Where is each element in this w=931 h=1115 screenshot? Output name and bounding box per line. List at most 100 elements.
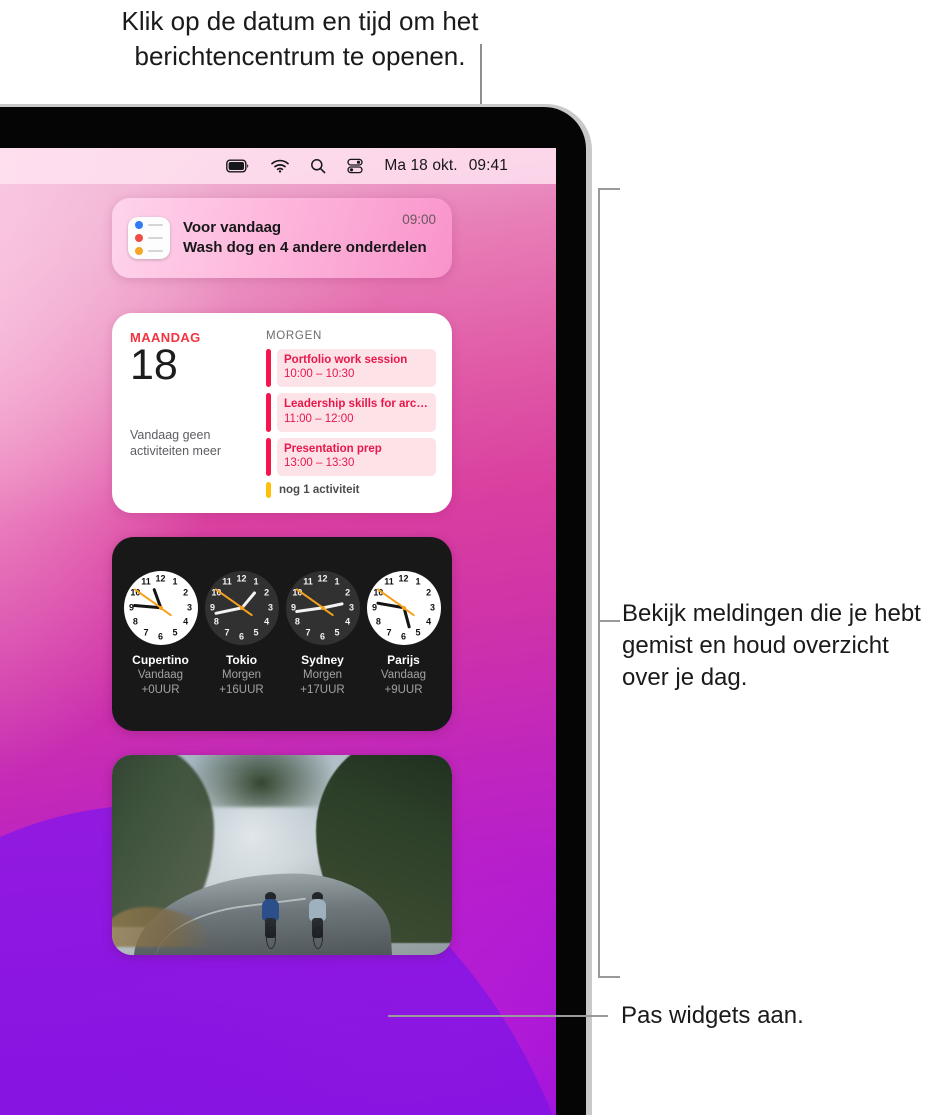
clock-dial: 12 1 2 3 4 5 6 7 8 9 10 11 — [285, 570, 360, 645]
clock-numeral: 3 — [186, 602, 192, 613]
calendar-no-events-text: Vandaag geen activiteiten meer — [130, 427, 222, 458]
clock-numeral: 12 — [155, 573, 166, 584]
clock-numeral: 11 — [222, 576, 232, 587]
clock-city-label: Tokio — [225, 652, 258, 667]
notification-time: 09:00 — [402, 212, 436, 227]
clock-numeral: 1 — [334, 576, 340, 587]
clock-numeral: 11 — [303, 576, 313, 587]
calendar-event-row[interactable]: Presentation prep 13:00 – 13:30 — [266, 437, 436, 476]
menu-bar-date: Ma 18 okt. — [384, 157, 458, 174]
clock-offset-label: +17UUR — [300, 683, 345, 696]
event-time: 10:00 – 10:30 — [284, 368, 355, 381]
clock-numeral: 4 — [183, 616, 189, 627]
clock-dial: 12 1 2 3 4 5 6 7 8 9 10 11 — [366, 570, 441, 645]
clock-dial: 12 1 2 3 4 5 6 7 8 9 10 11 — [204, 570, 279, 645]
event-time: 13:00 – 13:30 — [284, 457, 355, 469]
clock-day-label: Vandaag — [380, 668, 427, 681]
annotation-middle: Bekijk meldingen die je hebt gemist en h… — [622, 600, 921, 691]
clock-numeral: 8 — [294, 616, 300, 627]
clock-numeral: 8 — [375, 616, 381, 627]
event-title: Leadership skills for arch… — [284, 398, 429, 411]
notification-banner-reminders[interactable]: Voor vandaag Wash dog en 4 andere onderd… — [112, 198, 452, 278]
clock-numeral: 6 — [238, 631, 244, 642]
event-title: Portfolio work session — [284, 354, 408, 366]
more-events-color-bar — [266, 481, 271, 498]
world-clock-cell: 12 1 2 3 4 5 6 7 8 9 10 11 Sydney Morgen +17UUR — [285, 570, 361, 698]
clock-numeral: 6 — [157, 631, 163, 642]
calendar-tomorrow-column: MORGEN Portfolio work session 10:00 – 10… — [266, 330, 436, 499]
desktop-screen: Ma 18 okt. 09:41 Voor vandaag Wash dog e… — [0, 148, 556, 1115]
clock-numeral: 12 — [398, 573, 409, 584]
clock-numeral: 11 — [141, 576, 151, 587]
clock-offset-label: +16UUR — [219, 683, 264, 696]
more-events-label: nog 1 activiteit — [279, 483, 360, 496]
clock-numeral: 7 — [386, 627, 392, 638]
clock-numeral: 6 — [400, 631, 406, 642]
event-title: Presentation prep — [284, 442, 382, 455]
annotation-bottom-leader-line — [388, 1015, 608, 1017]
photos-widget[interactable] — [112, 755, 452, 955]
clock-center-pin — [401, 605, 406, 610]
annotation-bracket-leader-line — [598, 620, 620, 622]
clock-city-label: Sydney — [301, 652, 344, 667]
annotation-top-line2: berichtencentrum te openen. — [134, 41, 466, 72]
calendar-event-row[interactable]: Leadership skills for arch… 11:00 – 12:0… — [266, 393, 436, 432]
clock-day-label: Vandaag — [137, 668, 184, 681]
battery-icon[interactable] — [226, 159, 250, 173]
control-center-icon[interactable] — [347, 158, 363, 174]
event-color-bar — [266, 393, 271, 432]
world-clock-widget[interactable]: 12 1 2 3 4 5 6 7 8 9 10 11 Cupertino Vandaag +0UUR 12 1 2… — [112, 537, 452, 731]
clock-center-pin — [320, 605, 325, 610]
clock-face: 12 1 2 3 4 5 6 7 8 9 10 11 — [204, 570, 279, 645]
clock-face: 12 1 2 3 4 5 6 7 8 9 10 11 — [285, 570, 360, 645]
clock-numeral: 8 — [132, 616, 138, 627]
clock-numeral: 9 — [209, 602, 215, 613]
menu-bar-clock[interactable]: Ma 18 okt. 09:41 — [384, 157, 508, 175]
reminders-icon — [128, 217, 170, 259]
calendar-more-events-row[interactable]: nog 1 activiteit — [266, 481, 436, 498]
clock-numeral: 7 — [143, 627, 149, 638]
clock-numeral: 5 — [253, 627, 259, 638]
clock-offset-label: +9UUR — [384, 683, 423, 696]
annotation-top: Klik op de datum en tijd om het berichte… — [0, 0, 600, 74]
clock-numeral: 11 — [384, 576, 394, 587]
clock-dial: 12 1 2 3 4 5 6 7 8 9 10 11 — [123, 570, 198, 645]
photo-canopy — [186, 755, 337, 807]
menu-bar-time: 09:41 — [468, 157, 508, 174]
world-clock-cell: 12 1 2 3 4 5 6 7 8 9 10 11 Tokio Morgen +16UUR — [204, 570, 280, 698]
clock-face: 12 1 2 3 4 5 6 7 8 9 10 11 — [366, 570, 441, 645]
clock-numeral: 1 — [415, 576, 421, 587]
clock-numeral: 7 — [305, 627, 311, 638]
clock-numeral: 2 — [183, 587, 189, 598]
calendar-day-number: 18 — [130, 341, 178, 389]
clock-numeral: 4 — [345, 616, 351, 627]
world-clock-cell: 12 1 2 3 4 5 6 7 8 9 10 11 Cupertino Vandaag +0UUR — [123, 570, 199, 698]
clock-numeral: 3 — [267, 602, 273, 613]
clock-numeral: 5 — [415, 627, 421, 638]
wifi-icon[interactable] — [271, 159, 290, 173]
clock-numeral: 1 — [253, 576, 259, 587]
clock-numeral: 3 — [429, 602, 435, 613]
clock-face: 12 1 2 3 4 5 6 7 8 9 10 11 — [123, 570, 198, 645]
clock-city-label: Cupertino — [132, 652, 189, 667]
notification-title: Voor vandaag — [183, 218, 282, 236]
calendar-event-row[interactable]: Portfolio work session 10:00 – 10:30 — [266, 349, 436, 388]
search-icon[interactable] — [310, 158, 326, 174]
clock-day-label: Morgen — [222, 668, 261, 681]
clock-numeral: 3 — [348, 602, 354, 613]
calendar-tomorrow-label: MORGEN — [266, 330, 322, 342]
calendar-widget[interactable]: MAANDAG 18 Vandaag geen activiteiten mee… — [112, 313, 452, 513]
clock-numeral: 1 — [172, 576, 178, 587]
clock-center-pin — [239, 605, 244, 610]
annotation-top-line1: Klik op de datum en tijd om het — [121, 6, 479, 36]
event-time: 11:00 – 12:00 — [284, 412, 354, 425]
clock-numeral: 7 — [224, 627, 230, 638]
clock-numeral: 5 — [334, 627, 340, 638]
notification-center: Voor vandaag Wash dog en 4 andere onderd… — [112, 198, 452, 955]
notification-subtitle: Wash dog en 4 andere onderdelen — [183, 239, 427, 256]
clock-numeral: 2 — [345, 587, 351, 598]
menu-bar: Ma 18 okt. 09:41 — [0, 148, 556, 184]
clock-day-label: Morgen — [303, 668, 342, 681]
screenshot-root: Klik op de datum en tijd om het berichte… — [0, 0, 931, 1115]
clock-numeral: 2 — [426, 587, 432, 598]
